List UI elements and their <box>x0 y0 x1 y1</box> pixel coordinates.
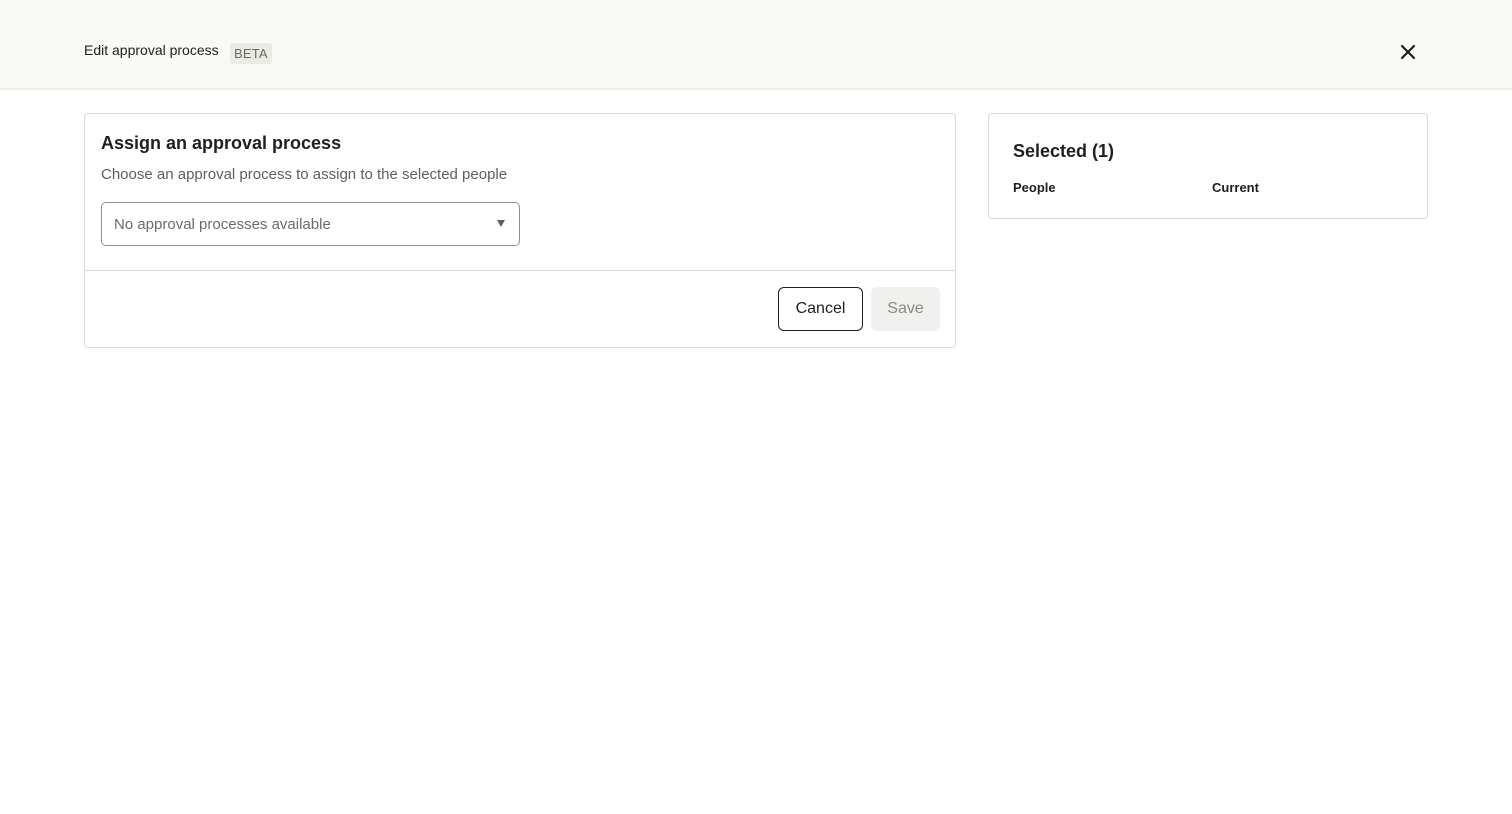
caret-down-icon <box>497 220 505 227</box>
assign-approval-card: Assign an approval process Choose an app… <box>84 113 956 348</box>
cancel-button[interactable]: Cancel <box>778 287 863 331</box>
selected-card: Selected (1) People Current <box>988 113 1428 219</box>
close-icon <box>1400 44 1416 60</box>
column-header-people: People <box>1013 180 1056 195</box>
approval-process-select[interactable]: No approval processes available <box>101 202 520 246</box>
modal-header: Edit approval process BETA <box>0 0 1512 88</box>
assign-description: Choose an approval process to assign to … <box>101 166 508 183</box>
column-header-current: Current <box>1212 180 1259 195</box>
selected-title: Selected (1) <box>1013 141 1115 161</box>
card-divider <box>85 270 955 271</box>
assign-title: Assign an approval process <box>101 133 342 153</box>
page-title: Edit approval process <box>84 42 219 58</box>
save-button[interactable]: Save <box>871 287 940 331</box>
select-value: No approval processes available <box>114 216 331 233</box>
beta-badge: BETA <box>230 43 272 64</box>
close-button[interactable] <box>1394 38 1422 66</box>
